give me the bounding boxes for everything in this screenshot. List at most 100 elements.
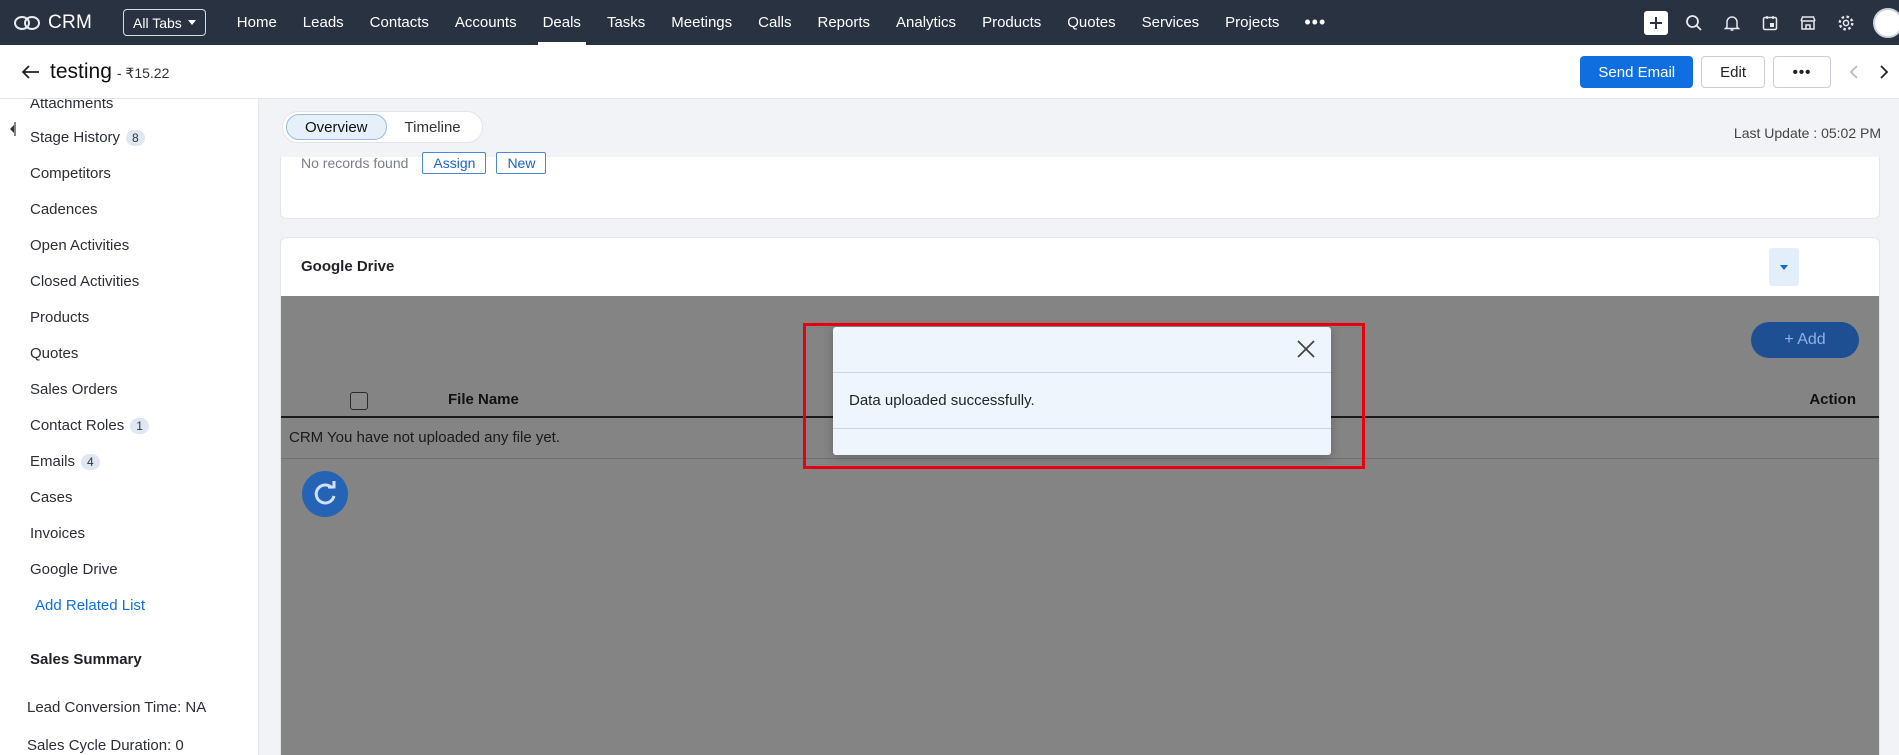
- sidebar-item-label: Quotes: [30, 345, 79, 362]
- sidebar-item-label: Contact Roles: [30, 417, 125, 434]
- nav-tasks[interactable]: Tasks: [594, 0, 658, 45]
- refresh-icon[interactable]: [302, 471, 348, 517]
- record-amount: - ₹15.22: [116, 65, 170, 81]
- nav-services[interactable]: Services: [1129, 0, 1213, 45]
- sidebar-item-label: Cadences: [30, 201, 98, 218]
- nav-reports[interactable]: Reports: [805, 0, 884, 45]
- new-button[interactable]: New: [496, 152, 547, 174]
- back-arrow-icon[interactable]: [20, 61, 42, 83]
- tab-timeline[interactable]: Timeline: [387, 114, 479, 140]
- avatar[interactable]: [1873, 7, 1899, 38]
- sidebar-item-products[interactable]: Products: [30, 309, 89, 326]
- send-email-button[interactable]: Send Email: [1580, 56, 1694, 88]
- nav-contacts[interactable]: Contacts: [357, 0, 442, 45]
- count-badge: 4: [81, 453, 100, 470]
- plus-icon: [1644, 10, 1668, 35]
- nav-links: Home Leads Contacts Accounts Deals Tasks…: [224, 0, 1338, 45]
- sidebar-item-label: Sales Orders: [30, 381, 118, 398]
- google-drive-dropdown[interactable]: [1769, 248, 1799, 286]
- sidebar-item-attachments[interactable]: Attachments: [30, 99, 113, 112]
- count-badge: 8: [126, 129, 145, 146]
- bell-icon[interactable]: [1720, 11, 1744, 35]
- sidebar-item-contact-roles[interactable]: Contact Roles 1: [30, 417, 149, 434]
- column-file-name: File Name: [448, 391, 519, 408]
- highlight-annotation-box: [803, 323, 1365, 469]
- google-drive-card: Google Drive + Add File Name Action CRM …: [280, 237, 1880, 755]
- add-related-list-link[interactable]: Add Related List: [35, 597, 145, 614]
- nav-more-button[interactable]: •••: [1292, 0, 1338, 45]
- sidebar-item-competitors[interactable]: Competitors: [30, 165, 111, 182]
- collapse-sidebar-icon[interactable]: [8, 121, 16, 137]
- sidebar-item-closed-activities[interactable]: Closed Activities: [30, 273, 139, 290]
- sidebar-item-label: Cases: [30, 489, 73, 506]
- create-button[interactable]: [1644, 10, 1668, 35]
- sidebar-item-label: Closed Activities: [30, 273, 140, 290]
- sidebar-item-label: Open Activities: [30, 237, 130, 254]
- next-record-icon[interactable]: [1869, 57, 1899, 87]
- nav-quotes[interactable]: Quotes: [1054, 0, 1128, 45]
- sidebar-item-label: Products: [30, 309, 90, 326]
- all-tabs-label: All Tabs: [133, 14, 182, 31]
- sidebar-item-label: Invoices: [30, 525, 86, 542]
- sidebar-item-quotes[interactable]: Quotes: [30, 345, 78, 362]
- nav-home[interactable]: Home: [224, 0, 290, 45]
- count-badge: 1: [130, 417, 149, 434]
- view-tabs: Overview Timeline: [282, 111, 483, 143]
- header-actions: Send Email Edit •••: [1580, 45, 1899, 99]
- sales-cycle-duration: Sales Cycle Duration: 0: [27, 737, 184, 754]
- nav-analytics[interactable]: Analytics: [883, 0, 969, 45]
- calendar-icon[interactable]: [1758, 11, 1782, 35]
- caret-down-icon: [1780, 264, 1788, 270]
- sidebar-item-google-drive[interactable]: Google Drive: [30, 561, 118, 578]
- previous-record-icon[interactable]: [1839, 57, 1869, 87]
- nav-deals[interactable]: Deals: [530, 0, 594, 45]
- edit-button[interactable]: Edit: [1701, 56, 1765, 88]
- nav-meetings[interactable]: Meetings: [658, 0, 745, 45]
- sidebar-item-label: Attachments: [30, 99, 114, 112]
- empty-files-message: CRM You have not uploaded any file yet.: [289, 429, 561, 446]
- brand[interactable]: CRM: [14, 12, 106, 34]
- marketplace-icon[interactable]: [1796, 11, 1820, 35]
- column-action: Action: [1809, 391, 1856, 408]
- record-tabs-bar: Overview Timeline Last Update : 05:02 PM: [259, 99, 1899, 157]
- no-records-text: No records found: [301, 155, 409, 171]
- sidebar-item-label: Stage History: [30, 129, 121, 146]
- sidebar-item-emails[interactable]: Emails 4: [30, 453, 100, 470]
- nav-products[interactable]: Products: [969, 0, 1054, 45]
- lead-conversion-time: Lead Conversion Time: NA: [27, 699, 207, 716]
- all-tabs-dropdown[interactable]: All Tabs: [123, 9, 206, 36]
- assign-button[interactable]: Assign: [422, 152, 487, 174]
- select-all-checkbox[interactable]: [350, 392, 368, 410]
- brand-name: CRM: [48, 11, 93, 33]
- crm-logo-icon: [14, 15, 42, 31]
- nav-accounts[interactable]: Accounts: [442, 0, 530, 45]
- sales-summary-heading: Sales Summary: [30, 651, 142, 668]
- sidebar-item-label: Google Drive: [30, 561, 118, 578]
- related-list-sidebar: Attachments Stage History 8 Competitors C…: [0, 99, 259, 755]
- sidebar-item-cases[interactable]: Cases: [30, 489, 73, 506]
- nav-icons: [1637, 0, 1899, 45]
- no-records-row: No records found Assign New: [301, 152, 556, 174]
- caret-down-icon: [187, 20, 196, 25]
- search-icon[interactable]: [1682, 11, 1706, 35]
- tab-overview[interactable]: Overview: [286, 114, 387, 140]
- related-list-card: No records found Assign New: [280, 152, 1880, 219]
- nav-calls[interactable]: Calls: [745, 0, 804, 45]
- sidebar-item-invoices[interactable]: Invoices: [30, 525, 85, 542]
- sidebar-item-label: Competitors: [30, 165, 111, 182]
- sidebar-item-label: Emails: [30, 453, 76, 470]
- nav-projects[interactable]: Projects: [1212, 0, 1292, 45]
- sidebar-item-sales-orders[interactable]: Sales Orders: [30, 381, 118, 398]
- record-header: testing - ₹15.22 Send Email Edit •••: [0, 45, 1899, 99]
- gear-icon[interactable]: [1834, 11, 1858, 35]
- more-actions-button[interactable]: •••: [1773, 56, 1831, 88]
- sidebar-item-cadences[interactable]: Cadences: [30, 201, 98, 218]
- record-title: testing: [50, 59, 112, 83]
- top-navigation: CRM All Tabs Home Leads Contacts Account…: [0, 0, 1899, 45]
- add-file-button[interactable]: + Add: [1751, 322, 1859, 358]
- nav-leads[interactable]: Leads: [290, 0, 357, 45]
- last-update: Last Update : 05:02 PM: [1733, 125, 1881, 141]
- sidebar-item-stage-history[interactable]: Stage History 8: [30, 129, 145, 146]
- google-drive-title: Google Drive: [301, 258, 395, 275]
- sidebar-item-open-activities[interactable]: Open Activities: [30, 237, 129, 254]
